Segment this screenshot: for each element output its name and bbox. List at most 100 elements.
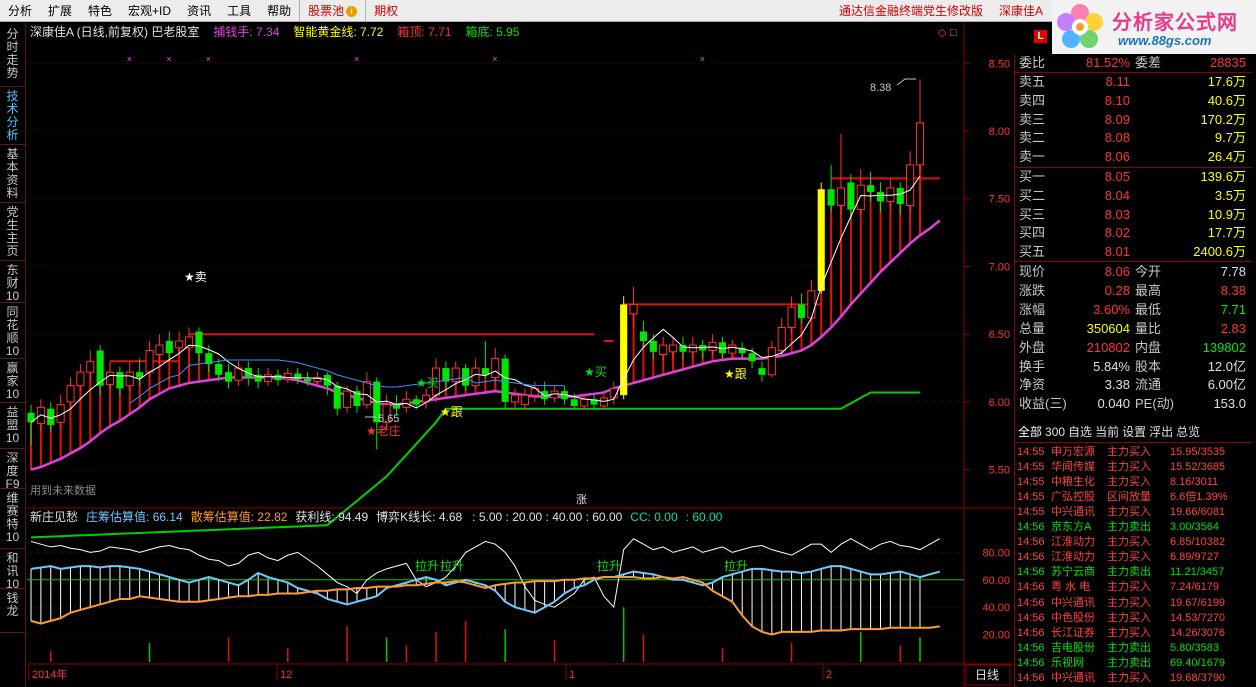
- price-tick-label: 6.50: [989, 329, 1010, 341]
- candle-body[interactable]: [125, 371, 134, 387]
- ticker-row[interactable]: 14:55 中兴通讯 主力买入 19.66/6081: [1015, 505, 1252, 520]
- candle-body[interactable]: [501, 358, 509, 402]
- ticker-tab-1[interactable]: 300: [1045, 425, 1065, 439]
- ticker-tab-5[interactable]: 浮出: [1149, 425, 1173, 439]
- candle-body[interactable]: [649, 340, 657, 352]
- candle-body[interactable]: [629, 303, 638, 315]
- ticker-row[interactable]: 14:56 京东方A 主力卖出 3.00/3564: [1015, 520, 1252, 535]
- ticker-row[interactable]: 14:55 中粮生化 主力买入 8.16/3011: [1015, 475, 1252, 490]
- candle-body[interactable]: [679, 345, 687, 352]
- kline-chart[interactable]: 8.50 8.00 7.50 7.00 6.50 6.00 5.50 80.00 60.00 40…: [0, 0, 1014, 687]
- candle-body[interactable]: [520, 394, 529, 406]
- ticker-row[interactable]: 14:55 广弘控股 区间放量 6.6倍1.39%: [1015, 490, 1252, 505]
- ticker-row[interactable]: 14:56 苏宁云商 主力卖出 11.21/3457: [1015, 565, 1252, 580]
- quote-stat-row: 收益(三) 0.040 PE(动) 153.0: [1015, 395, 1252, 414]
- candle-body[interactable]: [767, 347, 776, 376]
- candle-body[interactable]: [876, 191, 885, 202]
- ticker-row[interactable]: 14:55 华闻传媒 主力买入 15.52/3685: [1015, 460, 1252, 475]
- candle-body[interactable]: [668, 344, 678, 353]
- candle-body[interactable]: [856, 184, 865, 211]
- ticker-stock-name: 京东方A: [1051, 521, 1092, 534]
- candle-body[interactable]: [66, 385, 75, 403]
- candle-body[interactable]: [343, 390, 352, 408]
- candle-body[interactable]: [728, 344, 737, 354]
- candle-body[interactable]: [787, 306, 796, 328]
- ticker-row[interactable]: 14:56 乐视网 主力卖出 69.40/1679: [1015, 656, 1252, 671]
- panel-toggle-icon[interactable]: L: [1034, 30, 1047, 43]
- candle-body[interactable]: [847, 182, 855, 210]
- candle-body[interactable]: [580, 398, 589, 407]
- main-chart-header: 深康佳A (日线,前复权) 巴老股室 捕钱手: 7.34 智能黄金线: 7.72 箱顶…: [30, 24, 520, 39]
- ticker-tab-0[interactable]: 全部: [1018, 425, 1042, 439]
- stat-label: 今开: [1135, 264, 1162, 279]
- panel-close-icon[interactable]: □: [950, 27, 957, 39]
- candle-body[interactable]: [304, 378, 312, 382]
- candle-body[interactable]: [86, 360, 95, 373]
- candle-body[interactable]: [175, 340, 184, 349]
- candle-body[interactable]: [462, 368, 470, 386]
- ticker-row[interactable]: 14:56 长江证券 主力买入 14.26/3076: [1015, 626, 1252, 641]
- candle-body[interactable]: [264, 374, 273, 383]
- candle-body[interactable]: [659, 344, 668, 356]
- ticker-row[interactable]: 14:56 中兴通讯 主力买入 19.67/6199: [1015, 596, 1252, 611]
- ticker-tab-3[interactable]: 当前: [1095, 425, 1119, 439]
- ticker-row[interactable]: 14:56 江淮动力 主力买入 6.85/10382: [1015, 535, 1252, 550]
- candle-body[interactable]: [184, 336, 194, 349]
- candle-body[interactable]: [896, 187, 904, 205]
- ticker-row[interactable]: 14:56 吉电股份 主力卖出 5.80/3583: [1015, 641, 1252, 656]
- ticker-price: 19.66/6081: [1170, 506, 1226, 519]
- ticker-tab-6[interactable]: 总览: [1176, 425, 1200, 439]
- candle-body[interactable]: [491, 358, 500, 379]
- date-tick-label: 1: [569, 669, 575, 681]
- stat-label: 最低: [1135, 301, 1162, 317]
- ticker-tab-2[interactable]: 自选: [1068, 425, 1092, 439]
- candle-body[interactable]: [333, 385, 341, 409]
- candle-body[interactable]: [688, 344, 697, 353]
- candle-body[interactable]: [195, 331, 203, 354]
- candle-body[interactable]: [797, 304, 806, 318]
- candle-body[interactable]: [165, 340, 173, 354]
- ticker-stock-name: 江淮动力: [1051, 536, 1095, 549]
- candle-body[interactable]: [867, 185, 875, 192]
- candle-body[interactable]: [906, 164, 915, 207]
- candle-body[interactable]: [836, 187, 846, 207]
- candle-body[interactable]: [777, 326, 786, 351]
- candle-body[interactable]: [412, 399, 420, 405]
- candle-body[interactable]: [145, 349, 154, 373]
- candle-body[interactable]: [224, 372, 233, 382]
- candle-body[interactable]: [807, 290, 816, 319]
- candle-body[interactable]: [708, 341, 717, 351]
- indicator-item-value: 66.14: [153, 510, 183, 524]
- candle-body[interactable]: [392, 404, 401, 409]
- candle-body[interactable]: [639, 331, 647, 341]
- candle-body[interactable]: [481, 368, 489, 375]
- candle-body[interactable]: [136, 372, 144, 378]
- candle-body[interactable]: [116, 372, 124, 389]
- candle-body[interactable]: [827, 189, 835, 206]
- candle-body[interactable]: [570, 399, 578, 407]
- candle-body[interactable]: [323, 374, 331, 386]
- candle-body[interactable]: [215, 364, 223, 375]
- ticker-row[interactable]: 14:55 申万宏源 主力买入 15.95/3535: [1015, 445, 1252, 460]
- candle-body[interactable]: [510, 394, 520, 403]
- ticker-row[interactable]: 14:56 粤 水 电 主力买入 7.24/6179: [1015, 580, 1252, 595]
- candle-body[interactable]: [915, 122, 925, 166]
- ticker-action: 主力卖出: [1107, 656, 1151, 669]
- candle-body[interactable]: [817, 189, 825, 291]
- candle-body[interactable]: [76, 371, 85, 387]
- candle-body[interactable]: [758, 368, 766, 375]
- candle-body[interactable]: [748, 353, 756, 362]
- ticker-row[interactable]: 14:56 中色股份 主力买入 14.53/7270: [1015, 611, 1252, 626]
- candle-body[interactable]: [274, 374, 282, 381]
- candle-body[interactable]: [155, 344, 164, 356]
- candle-body[interactable]: [620, 304, 628, 396]
- laozhuang-signal-label: ★老庄: [366, 423, 401, 438]
- ticker-row[interactable]: 14:56 中兴通讯 主力买入 19.68/3790: [1015, 671, 1252, 686]
- wei-bi-row: 委比 81.52% 委差 28835: [1015, 54, 1252, 73]
- diamond-icon[interactable]: ◇: [938, 27, 947, 39]
- ticker-tab-4[interactable]: 设置: [1122, 425, 1146, 439]
- candle-body[interactable]: [362, 381, 371, 406]
- candle-body[interactable]: [599, 397, 608, 407]
- candle-body[interactable]: [105, 371, 115, 385]
- ticker-row[interactable]: 14:56 江淮动力 主力买入 6.89/9727: [1015, 550, 1252, 565]
